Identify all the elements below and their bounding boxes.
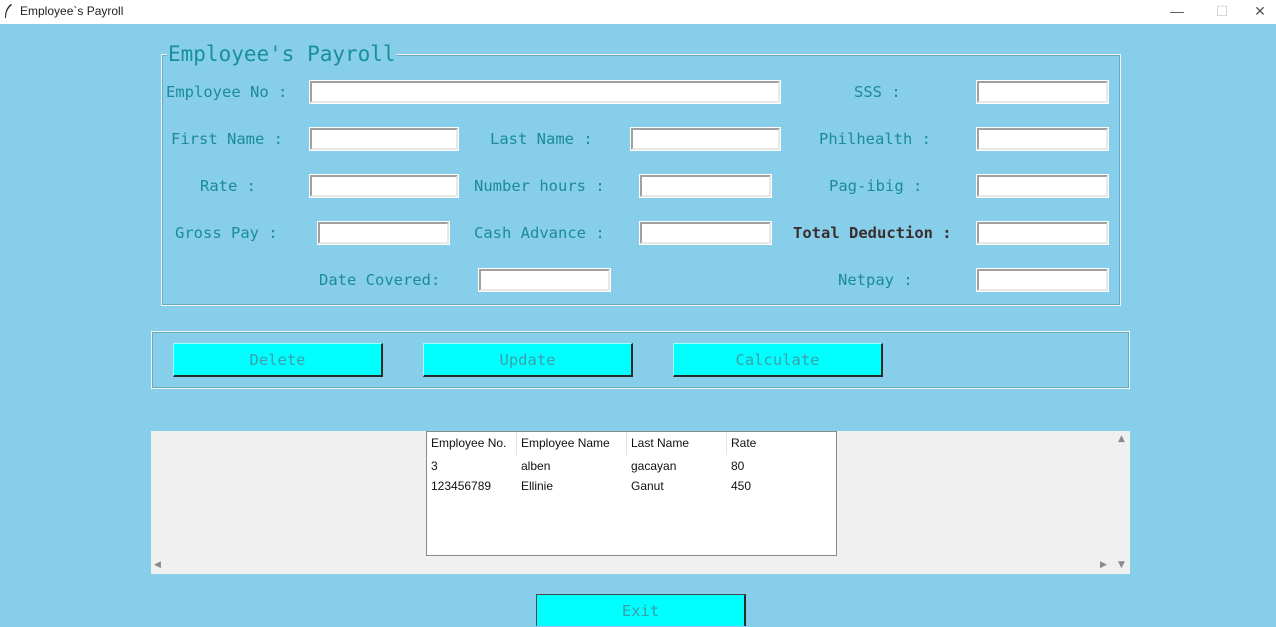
table-cell[interactable]: Ganut <box>627 476 664 496</box>
rate-field[interactable] <box>309 174 459 198</box>
total-deduction-label: Total Deduction : <box>793 224 952 242</box>
first-name-label: First Name : <box>171 130 283 148</box>
table-cell[interactable]: 80 <box>727 456 744 476</box>
table-cell[interactable]: alben <box>517 456 550 476</box>
scroll-up-icon[interactable]: ▲ <box>1118 434 1125 444</box>
scroll-left-icon[interactable]: ◀ <box>154 560 161 570</box>
philhealth-label: Philhealth : <box>819 130 931 148</box>
sss-field[interactable] <box>976 80 1109 104</box>
column-header-rate[interactable]: Rate <box>727 432 836 455</box>
column-header-employee-no[interactable]: Employee No. <box>427 432 517 455</box>
table-cell[interactable]: 123456789 <box>427 476 491 496</box>
date-covered-label: Date Covered: <box>319 271 441 289</box>
last-name-label: Last Name : <box>490 130 593 148</box>
horizontal-scrollbar[interactable]: ◀ ▶ <box>151 557 1114 574</box>
table-cell[interactable]: 450 <box>727 476 751 496</box>
delete-button[interactable]: Delete <box>173 343 383 377</box>
pagibig-label: Pag-ibig : <box>829 177 923 195</box>
window-title: Employee`s Payroll <box>20 4 124 18</box>
column-header-employee-name[interactable]: Employee Name <box>517 432 627 455</box>
last-name-field[interactable] <box>630 127 781 151</box>
cash-advance-field[interactable] <box>639 221 772 245</box>
window-titlebar: Employee`s Payroll — ☐ ✕ <box>0 0 1276 24</box>
sss-label: SSS : <box>854 83 901 101</box>
table-cell[interactable]: 3 <box>427 456 438 476</box>
feather-icon <box>5 4 12 18</box>
table-cell[interactable]: Ellinie <box>517 476 553 496</box>
pagibig-field[interactable] <box>976 174 1109 198</box>
gross-pay-label: Gross Pay : <box>175 224 278 242</box>
minimize-button[interactable]: — <box>1154 0 1200 24</box>
scroll-down-icon[interactable]: ▼ <box>1118 560 1125 570</box>
gross-pay-field[interactable] <box>317 221 450 245</box>
date-covered-field[interactable] <box>478 268 611 292</box>
table-cell[interactable]: gacayan <box>627 456 676 476</box>
total-deduction-field[interactable] <box>976 221 1109 245</box>
employee-table[interactable]: Employee No. Employee Name Last Name Rat… <box>426 431 837 556</box>
first-name-field[interactable] <box>309 127 459 151</box>
netpay-field[interactable] <box>976 268 1109 292</box>
philhealth-field[interactable] <box>976 127 1109 151</box>
vertical-scrollbar[interactable]: ▲ ▼ <box>1114 431 1130 574</box>
calculate-button[interactable]: Calculate <box>673 343 883 377</box>
exit-button[interactable]: Exit <box>536 594 746 626</box>
netpay-label: Netpay : <box>838 271 913 289</box>
cash-advance-label: Cash Advance : <box>474 224 605 242</box>
close-button[interactable]: ✕ <box>1244 0 1276 24</box>
column-header-last-name[interactable]: Last Name <box>627 432 727 455</box>
number-hours-label: Number hours : <box>474 177 605 195</box>
maximize-button[interactable]: ☐ <box>1199 0 1245 24</box>
scroll-right-icon[interactable]: ▶ <box>1100 560 1107 570</box>
update-button[interactable]: Update <box>423 343 633 377</box>
form-legend: Employee's Payroll <box>167 42 397 66</box>
rate-label: Rate : <box>200 177 256 195</box>
number-hours-field[interactable] <box>639 174 772 198</box>
employee-no-label: Employee No : <box>166 83 288 101</box>
employee-no-field[interactable] <box>309 80 781 104</box>
